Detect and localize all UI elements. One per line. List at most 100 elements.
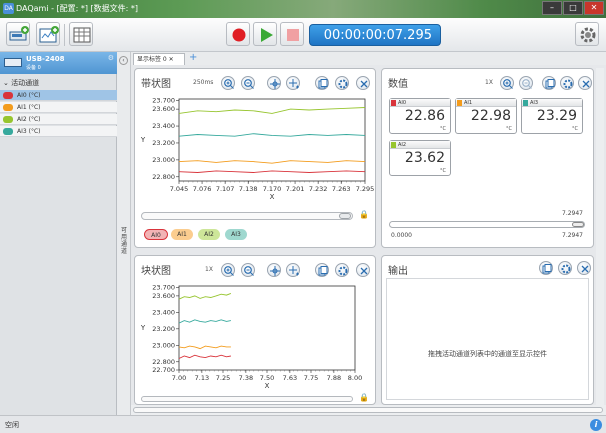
tab-label: 显示标签 0 xyxy=(137,56,167,63)
zoom-in-button[interactable] xyxy=(221,263,235,277)
add-device-button[interactable] xyxy=(6,22,30,46)
add-cursor-icon xyxy=(289,79,299,89)
device-name: USB-2408 xyxy=(26,55,65,63)
zoom-in-button[interactable] xyxy=(500,76,514,90)
gear-icon xyxy=(580,27,596,43)
available-channels-tab[interactable]: ‹ 可用通道 xyxy=(117,52,131,415)
lock-icon[interactable]: 🔒 xyxy=(359,210,369,219)
gear-icon xyxy=(338,266,348,276)
numeric-settings-button[interactable] xyxy=(560,76,574,90)
y-tick-label: 23.700 xyxy=(152,284,175,292)
y-tick-label: 23.000 xyxy=(152,156,175,164)
settings-button[interactable] xyxy=(575,22,599,46)
close-icon xyxy=(582,80,590,88)
y-tick-label: 23.200 xyxy=(152,325,175,333)
value-card-header: AI0 xyxy=(390,99,450,107)
numeric-panel-rate: 1X xyxy=(485,79,493,86)
block-chart-rate: 1X xyxy=(205,266,213,273)
chart-settings-button[interactable] xyxy=(335,76,349,90)
chevron-down-icon: ⌄ xyxy=(3,79,12,87)
scroll-thumb[interactable] xyxy=(339,213,351,219)
close-numeric-button[interactable] xyxy=(578,76,592,90)
value-card-ai3: AI3 23.29 °C xyxy=(521,98,583,134)
record-icon xyxy=(232,28,246,42)
tab-display-0[interactable]: 显示标签 0 ✕ xyxy=(133,53,185,65)
copy-icon xyxy=(545,79,555,89)
chart-settings-button[interactable] xyxy=(335,263,349,277)
value-card-header: AI2 xyxy=(390,141,450,149)
lock-icon[interactable]: 🔒 xyxy=(359,393,369,402)
block-chart-scrollbar[interactable] xyxy=(141,396,353,402)
cursor-button[interactable] xyxy=(267,263,281,277)
x-tick-label: 7.88 xyxy=(327,374,341,382)
output-panel: 输出 拖拽活动通道列表中的通道至显示控件 xyxy=(381,255,594,405)
block-chart-plot[interactable]: 23.70023.600 23.400 23.200 23.000 22.80022.7… xyxy=(135,280,375,392)
stop-button[interactable] xyxy=(280,22,304,46)
tab-close-icon[interactable]: ✕ xyxy=(169,56,174,63)
close-icon xyxy=(360,80,368,88)
device-gear-icon[interactable]: ⚙ xyxy=(108,54,114,62)
x-tick-label: 7.25 xyxy=(216,374,230,382)
channel-label: AI0 (°C) xyxy=(17,92,41,99)
close-chart-button[interactable] xyxy=(356,263,370,277)
add-display-button[interactable] xyxy=(36,22,60,46)
workspace-horizontal-scrollbar[interactable] xyxy=(131,405,606,415)
collapse-arrow-icon[interactable]: ‹ xyxy=(119,56,128,65)
x-tick-label: 7.75 xyxy=(304,374,318,382)
output-drop-area[interactable]: 拖拽活动通道列表中的通道至显示控件 xyxy=(386,278,589,400)
copy-button[interactable] xyxy=(539,261,553,275)
close-chart-button[interactable] xyxy=(356,76,370,90)
maximize-button[interactable]: □ xyxy=(563,1,583,15)
close-output-button[interactable] xyxy=(577,261,591,275)
play-button[interactable] xyxy=(253,22,277,46)
copy-button[interactable] xyxy=(542,76,556,90)
close-button[interactable]: ✕ xyxy=(584,1,604,15)
numeric-panel: 数值 1X AI0 22.86 °C AI1 22.98 °C AI3 23.2… xyxy=(381,68,594,248)
channel-row-ai2[interactable]: AI2 (°C) xyxy=(0,114,117,125)
channel-row-ai1[interactable]: AI1 (°C) xyxy=(0,102,117,113)
copy-button[interactable] xyxy=(315,76,329,90)
add-cursor-button[interactable] xyxy=(286,263,300,277)
numeric-time-slider[interactable] xyxy=(389,221,585,228)
value-card-value: 22.86 xyxy=(404,108,445,124)
info-icon[interactable]: i xyxy=(590,419,602,431)
numeric-panel-title: 数值 xyxy=(388,79,408,90)
output-settings-button[interactable] xyxy=(558,261,572,275)
x-tick-label: 7.076 xyxy=(193,185,212,193)
value-card-name: AI2 xyxy=(398,142,407,148)
play-icon xyxy=(261,28,273,42)
x-tick-label: 7.232 xyxy=(309,185,328,193)
legend-pill-ai1[interactable]: AI1 xyxy=(171,229,193,240)
strip-chart-plot[interactable]: 23.70023.600 23.400 23.200 23.000 22.800 7.04… xyxy=(135,93,375,207)
add-tab-icon[interactable]: + xyxy=(189,52,197,63)
channel-label: AI1 (°C) xyxy=(17,104,41,111)
cursor-button[interactable] xyxy=(267,76,281,90)
y-axis-label: Y xyxy=(140,324,146,332)
add-cursor-button[interactable] xyxy=(286,76,300,90)
active-channels-group[interactable]: ⌄ 活动通道 xyxy=(0,78,117,89)
y-tick-label: 23.600 xyxy=(152,105,175,113)
copy-button[interactable] xyxy=(315,263,329,277)
zoom-in-button[interactable] xyxy=(221,76,235,90)
record-button[interactable] xyxy=(226,22,250,46)
legend-pill-ai0[interactable]: AI0 xyxy=(144,229,168,240)
zoom-out-button[interactable] xyxy=(241,263,255,277)
zoom-out-button[interactable] xyxy=(519,76,533,90)
channel-row-ai3[interactable]: AI3 (°C) xyxy=(0,126,117,137)
zoom-out-button[interactable] xyxy=(241,76,255,90)
value-card-unit: °C xyxy=(506,126,512,132)
zoom-in-icon xyxy=(503,79,513,89)
scroll-thumb[interactable] xyxy=(133,407,603,413)
y-tick-label: 23.700 xyxy=(152,97,175,105)
workspace-scrollbar[interactable] xyxy=(596,68,604,405)
legend-pill-ai3[interactable]: AI3 xyxy=(225,229,247,240)
zoom-in-icon xyxy=(224,79,234,89)
minimize-button[interactable]: – xyxy=(542,1,562,15)
channel-row-ai0[interactable]: AI0 (°C) xyxy=(0,90,117,101)
strip-chart-scrollbar[interactable] xyxy=(141,212,353,220)
device-header[interactable]: USB-2408 设备 0 ⚙ xyxy=(0,52,117,74)
device-subtitle: 设备 0 xyxy=(26,65,41,71)
slider-thumb[interactable] xyxy=(572,222,584,227)
data-view-button[interactable] xyxy=(69,22,93,46)
legend-pill-ai2[interactable]: AI2 xyxy=(198,229,220,240)
